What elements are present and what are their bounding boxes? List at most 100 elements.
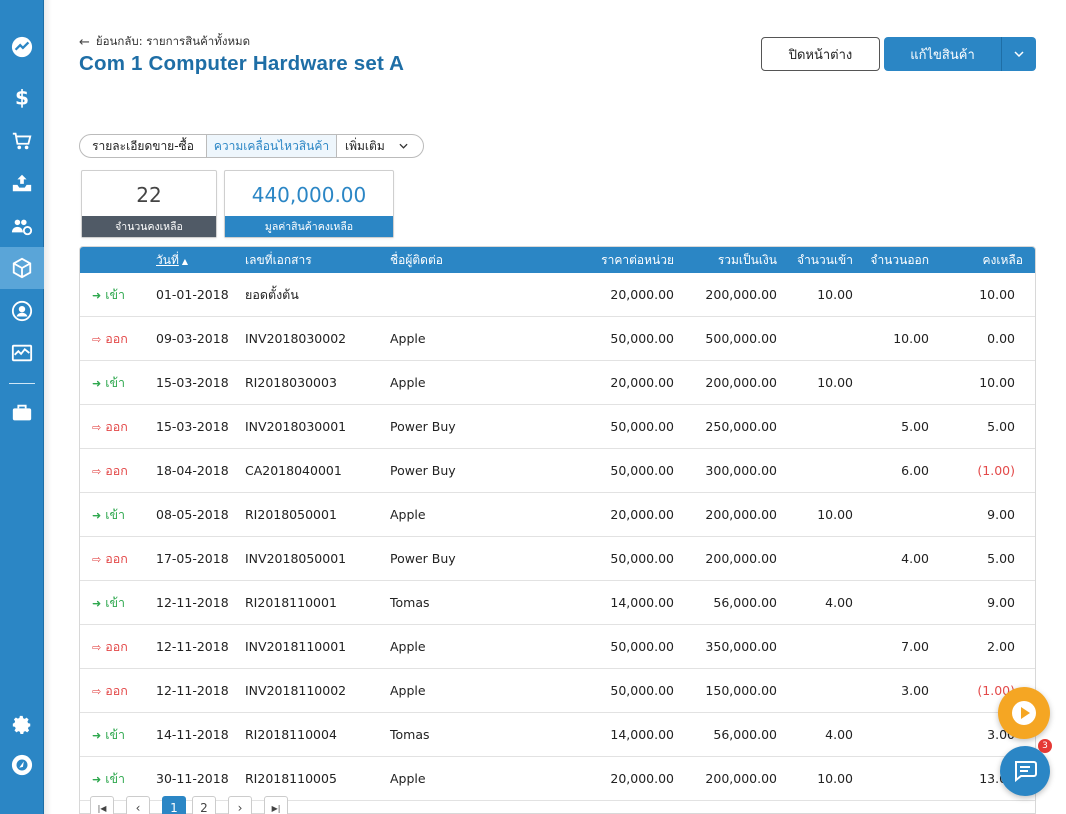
cell-doc[interactable]: RI2018110005 bbox=[245, 757, 337, 801]
cell-doc[interactable]: INV2018110002 bbox=[245, 669, 346, 713]
column-header-balance[interactable]: คงเหลือ bbox=[960, 247, 1023, 273]
table-row[interactable]: ➜ เข้า 14-11-2018 RI2018110004 Tomas 14,000.0… bbox=[80, 713, 1035, 757]
cell-unit-price: 50,000.00 bbox=[610, 639, 674, 654]
sign-in-icon: ➜ bbox=[92, 509, 102, 522]
table-row[interactable]: ⇨ ออก 12-11-2018 INV2018110002 Apple 50,000.0… bbox=[80, 669, 1035, 713]
sidebar-item-dashboard[interactable] bbox=[0, 26, 44, 68]
cell-date: 17-05-2018 bbox=[156, 551, 229, 566]
cell-doc[interactable]: ยอดตั้งต้น bbox=[245, 273, 299, 317]
column-header-date[interactable]: วันที่ ▲ bbox=[156, 247, 188, 273]
cell-doc[interactable]: RI2018050001 bbox=[245, 493, 337, 537]
close-window-button[interactable]: ปิดหน้าต่าง bbox=[761, 37, 880, 71]
cell-qty-out: 5.00 bbox=[901, 419, 929, 434]
cell-balance: 0.00 bbox=[987, 331, 1015, 346]
play-tutorial-button[interactable] bbox=[998, 687, 1050, 739]
cell-doc[interactable]: INV2018110001 bbox=[245, 625, 346, 669]
next-page-button[interactable]: › bbox=[228, 796, 252, 814]
page-button-2[interactable]: 2 bbox=[192, 796, 216, 814]
cell-contact: Apple bbox=[390, 331, 426, 346]
column-header-contact[interactable]: ชื่อผู้ติดต่อ bbox=[390, 247, 443, 273]
cell-qty-in bbox=[790, 317, 853, 361]
direction-out: ⇨ ออก bbox=[92, 405, 128, 449]
cell-doc[interactable]: INV2018030001 bbox=[245, 405, 346, 449]
cell-qty-in: 10.00 bbox=[817, 287, 853, 302]
table-row[interactable]: ⇨ ออก 09-03-2018 INV2018030002 Apple 50,000.0… bbox=[80, 317, 1035, 361]
cell-unit-price: 20,000.00 bbox=[610, 507, 674, 522]
cell-contact: Power Buy bbox=[390, 463, 456, 478]
cell-unit-price: 20,000.00 bbox=[610, 287, 674, 302]
cell-balance: 9.00 bbox=[987, 507, 1015, 522]
table-row[interactable]: ⇨ ออก 15-03-2018 INV2018030001 Power Buy 50,0… bbox=[80, 405, 1035, 449]
cell-doc[interactable]: CA2018040001 bbox=[245, 449, 342, 493]
direction-label: เข้า bbox=[105, 287, 126, 302]
box-icon bbox=[12, 257, 32, 279]
tab-more[interactable]: เพิ่มเติม bbox=[337, 135, 423, 157]
last-page-button[interactable]: ▶| bbox=[264, 796, 288, 814]
direction-in: ➜ เข้า bbox=[92, 493, 125, 537]
table-row[interactable]: ⇨ ออก 18-04-2018 CA2018040001 Power Buy 50,00… bbox=[80, 449, 1035, 493]
cell-total: 350,000.00 bbox=[705, 639, 777, 654]
table-row[interactable]: ➜ เข้า 12-11-2018 RI2018110001 Tomas 14,000.0… bbox=[80, 581, 1035, 625]
back-link[interactable]: ← ย้อนกลับ: รายการสินค้าทั้งหมด bbox=[79, 33, 250, 51]
cell-doc[interactable]: RI2018110001 bbox=[245, 581, 337, 625]
direction-label: ออก bbox=[105, 639, 128, 654]
sign-out-icon: ⇨ bbox=[92, 421, 102, 434]
sidebar-item-reports[interactable] bbox=[0, 332, 44, 374]
column-header-unit-price[interactable]: ราคาต่อหน่วย bbox=[580, 247, 674, 273]
column-header-qty-in[interactable]: จำนวนเข้า bbox=[790, 247, 853, 273]
sidebar-item-contacts[interactable] bbox=[0, 205, 44, 247]
edit-product-button[interactable]: แก้ไขสินค้า bbox=[884, 37, 1001, 71]
table-row[interactable]: ⇨ ออก 12-11-2018 INV2018110001 Apple 50,000.0… bbox=[80, 625, 1035, 669]
cell-qty-out bbox=[860, 361, 929, 405]
cell-unit-price: 20,000.00 bbox=[610, 375, 674, 390]
cell-total: 200,000.00 bbox=[705, 551, 777, 566]
first-page-icon: |◀ bbox=[97, 803, 107, 813]
direction-label: เข้า bbox=[105, 595, 126, 610]
cell-contact: Apple bbox=[390, 771, 426, 786]
cell-doc[interactable]: RI2018030003 bbox=[245, 361, 337, 405]
cell-qty-in: 4.00 bbox=[825, 595, 853, 610]
column-header-doc[interactable]: เลขที่เอกสาร bbox=[245, 247, 312, 273]
cell-date: 15-03-2018 bbox=[156, 375, 229, 390]
table-row[interactable]: ⇨ ออก 17-05-2018 INV2018050001 Power Buy 50,0… bbox=[80, 537, 1035, 581]
sidebar-item-profile[interactable] bbox=[0, 744, 44, 786]
cell-contact: Apple bbox=[390, 639, 426, 654]
chat-icon bbox=[1015, 761, 1037, 782]
cell-date: 12-11-2018 bbox=[156, 639, 229, 654]
cell-balance: (1.00) bbox=[977, 463, 1015, 478]
cell-total: 250,000.00 bbox=[705, 419, 777, 434]
sidebar-item-products[interactable] bbox=[0, 247, 44, 289]
tab-stock-movement[interactable]: ความเคลื่อนไหวสินค้า bbox=[207, 135, 337, 157]
sidebar-item-settings[interactable] bbox=[0, 704, 44, 746]
sidebar-item-sales[interactable] bbox=[0, 120, 44, 162]
direction-label: ออก bbox=[105, 419, 128, 434]
table-row[interactable]: ➜ เข้า 08-05-2018 RI2018050001 Apple 20,000.0… bbox=[80, 493, 1035, 537]
direction-label: ออก bbox=[105, 331, 128, 346]
sidebar-item-business[interactable] bbox=[0, 392, 44, 434]
contacts-icon bbox=[11, 219, 33, 236]
cell-doc[interactable]: RI2018110004 bbox=[245, 713, 337, 757]
table-row[interactable]: ➜ เข้า 30-11-2018 RI2018110005 Apple 20,000.0… bbox=[80, 757, 1035, 801]
cell-unit-price: 20,000.00 bbox=[610, 771, 674, 786]
direction-out: ⇨ ออก bbox=[92, 449, 128, 493]
dollar-icon: $ bbox=[15, 87, 29, 109]
sidebar-item-users[interactable] bbox=[0, 290, 44, 332]
column-header-qty-out[interactable]: จำนวนออก bbox=[860, 247, 929, 273]
cell-doc[interactable]: INV2018050001 bbox=[245, 537, 346, 581]
tab-sales-purchase-details[interactable]: รายละเอียดขาย-ซื้อ bbox=[80, 135, 207, 157]
edit-options-dropdown[interactable] bbox=[1001, 37, 1036, 71]
cell-contact: Apple bbox=[390, 683, 426, 698]
page-button-1[interactable]: 1 bbox=[162, 796, 186, 814]
first-page-button[interactable]: |◀ bbox=[90, 796, 114, 814]
cell-unit-price: 50,000.00 bbox=[610, 551, 674, 566]
cell-doc[interactable]: INV2018030002 bbox=[245, 317, 346, 361]
column-header-total[interactable]: รวมเป็นเงิน bbox=[690, 247, 777, 273]
chat-button[interactable] bbox=[1000, 746, 1050, 796]
stat-remaining-value-value: 440,000.00 bbox=[251, 183, 367, 207]
prev-page-button[interactable]: ‹ bbox=[126, 796, 150, 814]
table-row[interactable]: ➜ เข้า 15-03-2018 RI2018030003 Apple 20,000.0… bbox=[80, 361, 1035, 405]
sidebar-item-finance[interactable]: $ bbox=[0, 77, 44, 119]
table-row[interactable]: ➜ เข้า 01-01-2018 ยอดตั้งต้น 20,000.00 200,00… bbox=[80, 273, 1035, 317]
edit-button-group: แก้ไขสินค้า bbox=[884, 37, 1036, 71]
sidebar-item-purchase[interactable] bbox=[0, 162, 44, 204]
